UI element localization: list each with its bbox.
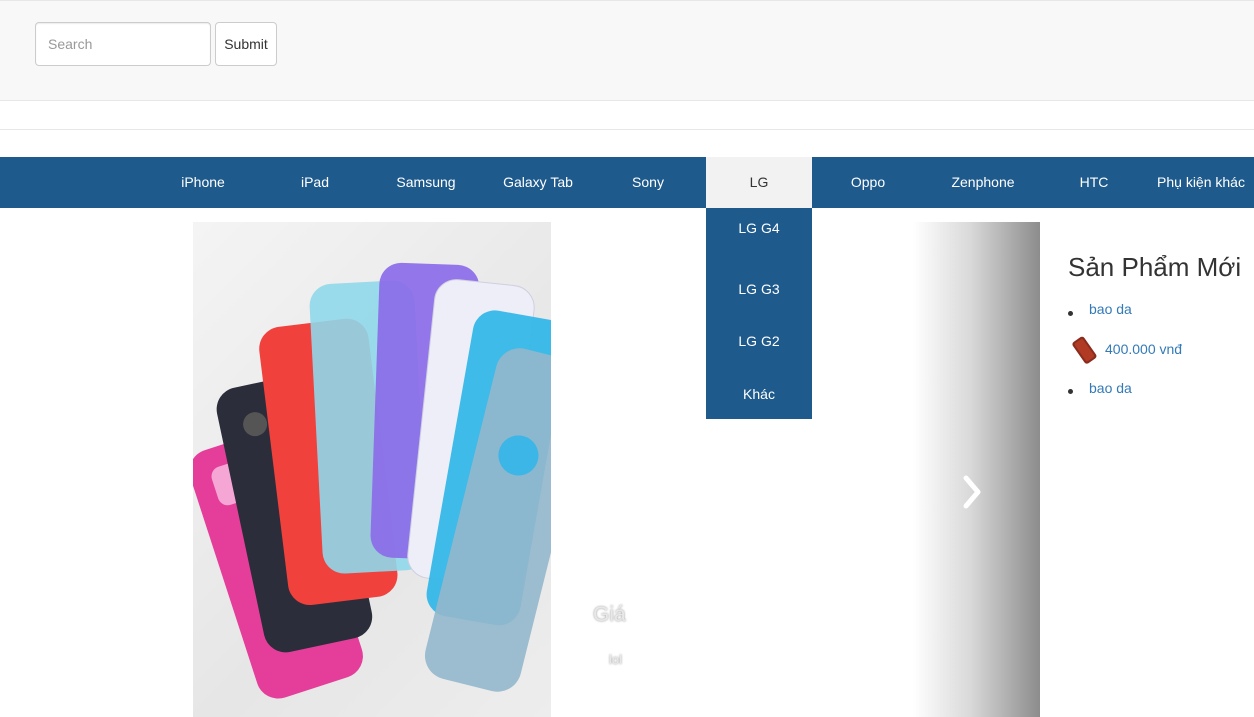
dropdown-item-lg-g4[interactable]: LG G4 — [706, 208, 812, 248]
nav-item-lg[interactable]: LG — [706, 157, 812, 208]
lg-dropdown-menu: LG G4 LG G3 LG G2 Khác — [706, 208, 812, 419]
top-navbar: Submit — [0, 0, 1254, 101]
search-input[interactable] — [35, 22, 211, 66]
product-link[interactable]: bao da — [1089, 301, 1132, 317]
carousel-next-area[interactable] — [913, 222, 1040, 717]
dropdown-item-khac[interactable]: Khác — [706, 374, 812, 414]
dropdown-item-lg-g3[interactable]: LG G3 — [706, 269, 812, 309]
nav-item-iphone[interactable]: iPhone — [158, 157, 248, 208]
submit-button[interactable]: Submit — [215, 22, 277, 66]
nav-item-sony[interactable]: Sony — [603, 157, 693, 208]
list-bullet — [1068, 311, 1073, 316]
product-price-link[interactable]: 400.000 vnđ — [1105, 341, 1182, 357]
phone-cases-image — [193, 262, 551, 699]
main-nav: iPhone iPad Samsung Galaxy Tab Sony LG O… — [0, 157, 1254, 208]
new-products-title: Sản Phẩm Mới — [1068, 252, 1242, 282]
divider — [0, 129, 1254, 130]
chevron-right-icon[interactable] — [960, 472, 984, 512]
carousel-caption-title: Giá — [593, 603, 626, 626]
leather-case-thumbnail[interactable] — [1069, 335, 1101, 367]
nav-item-zenphone[interactable]: Zenphone — [928, 157, 1038, 208]
nav-item-oppo[interactable]: Oppo — [823, 157, 913, 208]
list-bullet — [1068, 389, 1073, 394]
nav-item-phu-kien-khac[interactable]: Phụ kiện khác — [1151, 157, 1251, 208]
nav-item-htc[interactable]: HTC — [1049, 157, 1139, 208]
carousel-caption-value: lol — [609, 652, 623, 667]
dropdown-item-lg-g2[interactable]: LG G2 — [706, 321, 812, 361]
nav-item-samsung[interactable]: Samsung — [381, 157, 471, 208]
product-link[interactable]: bao da — [1089, 380, 1132, 396]
nav-item-galaxy-tab[interactable]: Galaxy Tab — [488, 157, 588, 208]
carousel-product-image — [193, 222, 551, 717]
nav-item-ipad[interactable]: iPad — [270, 157, 360, 208]
